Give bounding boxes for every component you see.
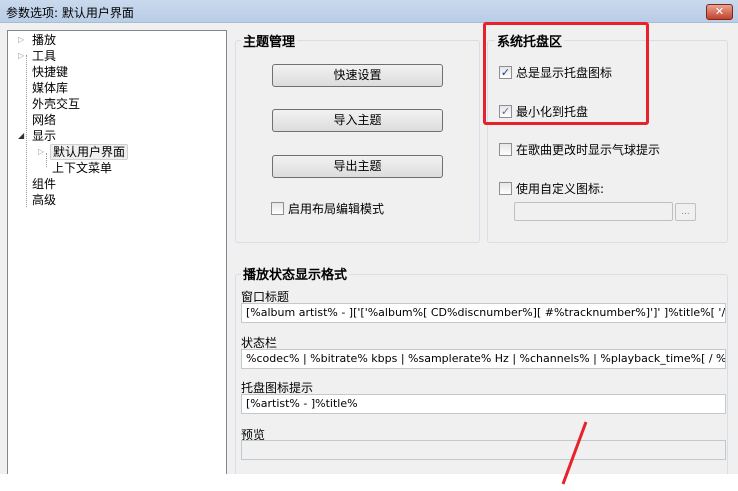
red-arrow-annotation bbox=[561, 421, 588, 485]
